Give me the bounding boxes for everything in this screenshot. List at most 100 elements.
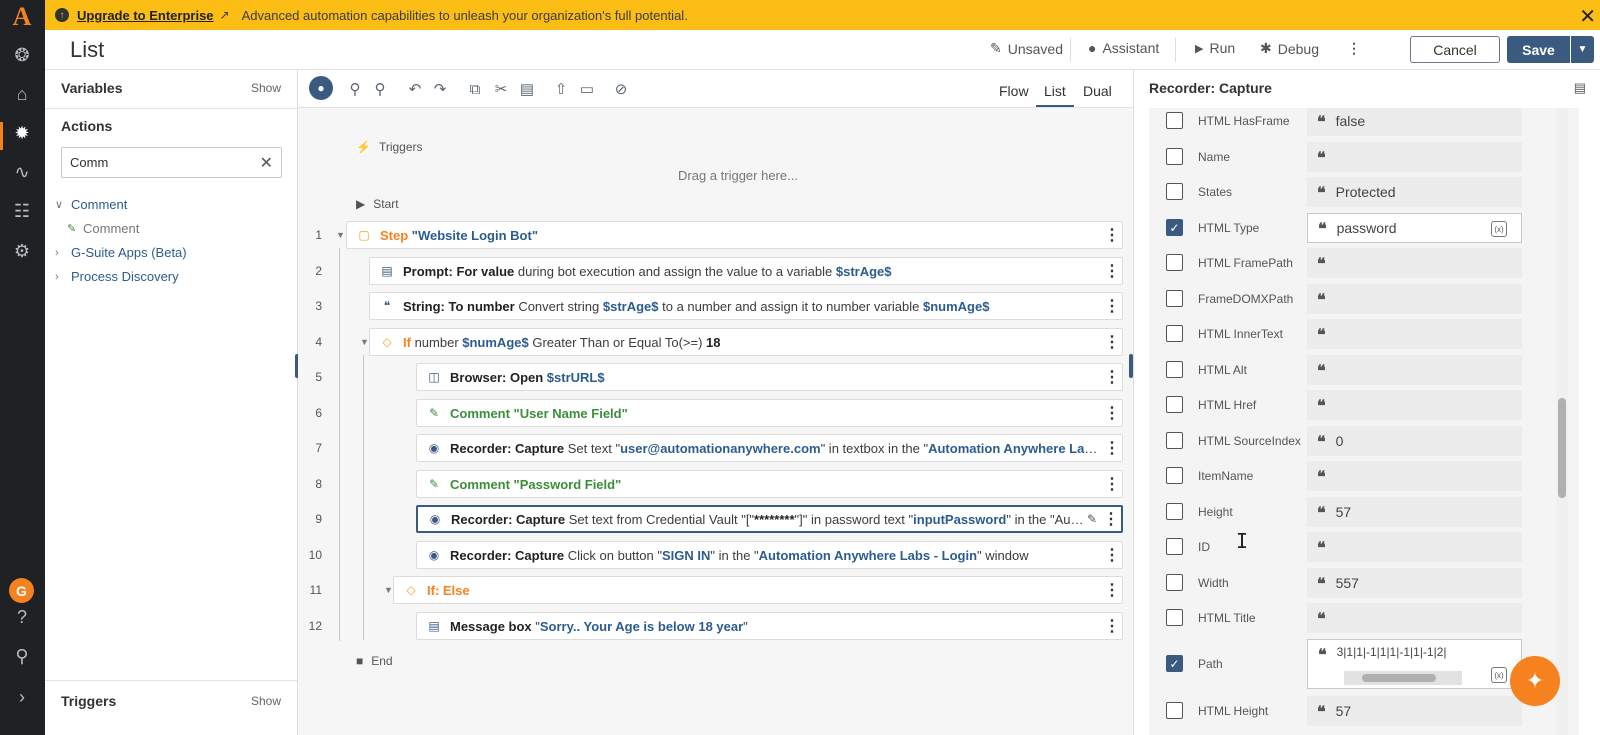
- property-checkbox[interactable]: [1166, 325, 1183, 342]
- user-avatar[interactable]: G: [9, 578, 34, 603]
- tab-flow[interactable]: Flow: [999, 83, 1029, 99]
- find-icon[interactable]: ⚲: [345, 79, 365, 99]
- comment-password[interactable]: ✎ Comment "Password Field" ⋮: [416, 470, 1123, 498]
- browser-open-action[interactable]: ◫ Browser: Open $strURL$ ⋮: [416, 363, 1123, 391]
- tree-item-comment-action[interactable]: ✎ Comment: [67, 221, 139, 236]
- document-icon[interactable]: ▤: [1574, 80, 1586, 96]
- property-checkbox[interactable]: [1166, 609, 1183, 626]
- home-icon[interactable]: ⌂: [7, 79, 37, 109]
- property-value-field[interactable]: ❝: [1307, 603, 1522, 633]
- property-checkbox[interactable]: [1166, 467, 1183, 484]
- row-menu-icon[interactable]: ⋮: [1102, 225, 1122, 245]
- row-menu-icon[interactable]: ⋮: [1102, 545, 1122, 565]
- property-value-field[interactable]: ❝: [1307, 142, 1522, 172]
- close-banner-icon[interactable]: ✕: [1579, 4, 1596, 29]
- scrollbar-thumb[interactable]: [1558, 398, 1566, 498]
- automation-icon[interactable]: ✹: [7, 118, 37, 148]
- row-menu-icon[interactable]: ⋮: [1102, 474, 1122, 494]
- property-value-field[interactable]: ❝: [1307, 390, 1522, 420]
- row-menu-icon[interactable]: ⋮: [1102, 580, 1122, 600]
- more-options-icon[interactable]: ⋮: [1347, 40, 1361, 57]
- property-checkbox[interactable]: [1166, 396, 1183, 413]
- row-menu-icon[interactable]: ⋮: [1101, 509, 1121, 529]
- property-value-field[interactable]: ❝: [1307, 284, 1522, 314]
- redo-icon[interactable]: ↷: [430, 79, 450, 99]
- external-link-icon[interactable]: ↗: [220, 8, 230, 22]
- properties-scrollbar[interactable]: [1556, 108, 1568, 735]
- recorder-icon[interactable]: ●: [309, 76, 333, 100]
- row-menu-icon[interactable]: ⋮: [1102, 616, 1122, 636]
- save-button[interactable]: Save: [1507, 36, 1570, 63]
- recorder-capture-password[interactable]: ◉ Recorder: Capture Set text from Credent…: [416, 505, 1123, 533]
- bot-assistant-icon[interactable]: ✦: [1510, 656, 1560, 706]
- tab-list[interactable]: List: [1044, 83, 1066, 99]
- row-menu-icon[interactable]: ⋮: [1102, 261, 1122, 281]
- property-checkbox[interactable]: [1166, 432, 1183, 449]
- message-box-action[interactable]: ▤ Message box "Sorry.. Your Age is below …: [416, 612, 1123, 640]
- collapse-chevron-icon[interactable]: ▼: [384, 585, 393, 595]
- property-checkbox[interactable]: [1166, 361, 1183, 378]
- property-checkbox[interactable]: [1166, 148, 1183, 165]
- collapse-chevron-icon[interactable]: ▼: [360, 337, 369, 347]
- expand-rail-icon[interactable]: ›: [7, 682, 37, 712]
- recorder-capture-sign-in[interactable]: ◉ Recorder: Capture Click on button "SIGN…: [416, 541, 1123, 569]
- property-value-field[interactable]: ❝ 57: [1307, 696, 1522, 726]
- cut-icon[interactable]: ✂: [491, 79, 511, 99]
- path-horizontal-scrollbar[interactable]: [1344, 671, 1462, 685]
- clear-search-icon[interactable]: ✕: [260, 153, 273, 173]
- actions-search-input[interactable]: Comm ✕: [61, 147, 282, 178]
- property-value-field[interactable]: ❝ 3|1|1|-1|1|1|-1|1|-1|2| (x): [1307, 639, 1522, 689]
- undo-icon[interactable]: ↶: [405, 79, 425, 99]
- property-value-field[interactable]: ❝: [1307, 248, 1522, 278]
- paste-icon[interactable]: ▤: [517, 79, 537, 99]
- settings-gear-icon[interactable]: ⚙: [7, 236, 37, 266]
- prompt-action[interactable]: ▤ Prompt: For value during bot execution …: [369, 257, 1123, 285]
- row-menu-icon[interactable]: ⋮: [1102, 403, 1122, 423]
- automation-anywhere-logo[interactable]: A: [6, 2, 38, 31]
- tab-dual[interactable]: Dual: [1083, 83, 1112, 99]
- property-checkbox[interactable]: [1166, 538, 1183, 555]
- activity-icon[interactable]: ∿: [7, 157, 37, 187]
- variables-show-link[interactable]: Show: [251, 81, 281, 95]
- step-website-login-bot[interactable]: ▢ Step "Website Login Bot" ⋮: [346, 221, 1123, 249]
- property-checkbox[interactable]: ✓: [1166, 219, 1183, 236]
- insert-variable-icon[interactable]: (x): [1491, 667, 1507, 683]
- property-checkbox[interactable]: [1166, 183, 1183, 200]
- if-condition[interactable]: ◇ If number $numAge$ Greater Than or Equa…: [369, 328, 1123, 356]
- if-else[interactable]: ◇ If: Else ⋮: [393, 576, 1123, 604]
- save-dropdown-chevron-icon[interactable]: ▼: [1571, 36, 1594, 63]
- property-checkbox[interactable]: [1166, 574, 1183, 591]
- import-icon[interactable]: ▭: [577, 79, 597, 99]
- property-checkbox[interactable]: [1166, 290, 1183, 307]
- property-value-field[interactable]: ❝: [1307, 355, 1522, 385]
- tree-item-process-discovery[interactable]: › Process Discovery: [55, 269, 179, 284]
- cancel-button[interactable]: Cancel: [1410, 36, 1500, 63]
- collapse-chevron-icon[interactable]: ▼: [336, 230, 345, 240]
- manage-icon[interactable]: ☷: [7, 196, 37, 226]
- property-checkbox[interactable]: [1166, 254, 1183, 271]
- property-value-field[interactable]: ❝ 557: [1307, 568, 1522, 598]
- recorder-capture-username[interactable]: ◉ Recorder: Capture Set text "user@automa…: [416, 434, 1123, 462]
- property-value-field[interactable]: ❝ Protected: [1307, 177, 1522, 207]
- tree-item-gsuite[interactable]: › G-Suite Apps (Beta): [55, 245, 187, 260]
- run-button[interactable]: ▶ Run: [1195, 40, 1235, 56]
- row-menu-icon[interactable]: ⋮: [1102, 332, 1122, 352]
- property-value-field[interactable]: ❝ 57: [1307, 497, 1522, 527]
- debug-button[interactable]: ✱ Debug: [1260, 40, 1319, 57]
- property-checkbox[interactable]: [1166, 112, 1183, 129]
- property-value-field[interactable]: ❝ 0: [1307, 426, 1522, 456]
- property-checkbox[interactable]: [1166, 503, 1183, 520]
- property-value-field[interactable]: ❝ password (x): [1307, 213, 1522, 243]
- tree-item-comment-group[interactable]: ∨ Comment: [55, 197, 127, 212]
- trigger-drop-zone[interactable]: Drag a trigger here...: [678, 168, 798, 183]
- comment-user-name[interactable]: ✎ Comment "User Name Field" ⋮: [416, 399, 1123, 427]
- scrollbar-thumb[interactable]: [1362, 674, 1436, 682]
- row-menu-icon[interactable]: ⋮: [1102, 367, 1122, 387]
- edit-pencil-icon[interactable]: ✎: [1087, 512, 1097, 526]
- property-value-field[interactable]: ❝: [1307, 532, 1522, 562]
- row-menu-icon[interactable]: ⋮: [1102, 296, 1122, 316]
- property-checkbox[interactable]: [1166, 702, 1183, 719]
- export-icon[interactable]: ⇧: [551, 79, 571, 99]
- assistant-button[interactable]: ● Assistant: [1088, 40, 1159, 56]
- disable-icon[interactable]: ⊘: [611, 79, 631, 99]
